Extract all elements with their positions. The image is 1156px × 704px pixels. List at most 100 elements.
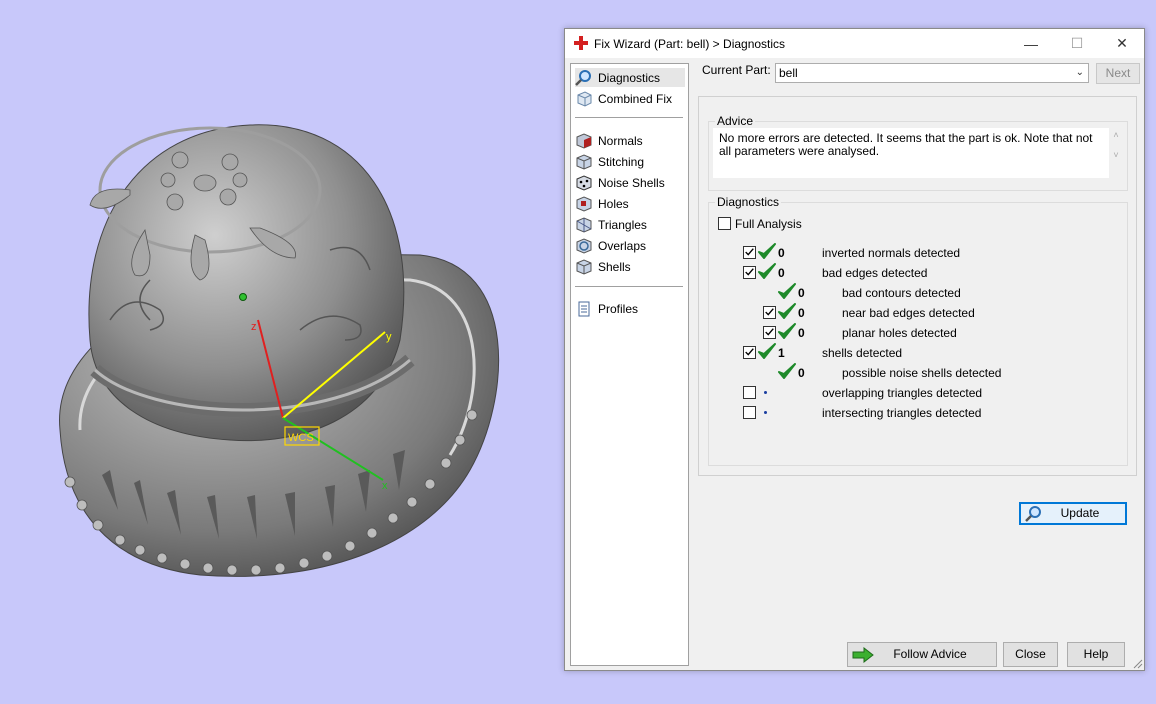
result-label: planar holes detected [842, 326, 957, 340]
green-arrow-icon [852, 647, 874, 663]
bell-model: z y x WCS [59, 124, 500, 577]
holes-icon [576, 195, 592, 212]
nav-item-label: Triangles [598, 217, 647, 232]
noise-shells-icon [576, 174, 592, 191]
green-check-icon [778, 363, 796, 379]
row-checkbox[interactable] [743, 266, 756, 279]
y-axis-label: y [386, 331, 392, 343]
result-count: 0 [778, 246, 785, 260]
follow-advice-button[interactable]: Follow Advice [847, 642, 997, 667]
advice-scrollbar[interactable]: ˄ ˅ [1109, 130, 1123, 176]
nav-item-label: Normals [598, 133, 643, 148]
result-label: possible noise shells detected [842, 366, 1002, 380]
window-title: Fix Wizard (Part: bell) > Diagnostics [594, 37, 786, 51]
nav-item-label: Holes [598, 196, 629, 211]
result-label: inverted normals detected [822, 246, 961, 260]
green-check-icon [758, 243, 776, 259]
full-analysis-checkbox[interactable] [718, 217, 731, 230]
result-label: intersecting triangles detected [822, 406, 982, 420]
advice-group: Advice No more errors are detected. It s… [708, 114, 1128, 191]
stitching-icon [576, 153, 592, 170]
result-count: 0 [798, 366, 805, 380]
row-checkbox[interactable] [743, 346, 756, 359]
update-button[interactable]: Update [1019, 502, 1127, 525]
next-button[interactable]: Next [1096, 63, 1140, 84]
maximize-button[interactable]: ☐ [1054, 29, 1100, 58]
chevron-down-icon: ⌄ [1075, 67, 1084, 78]
row-checkbox[interactable] [763, 326, 776, 339]
row-checkbox[interactable] [763, 306, 776, 319]
result-label: bad contours detected [842, 286, 961, 300]
row-checkbox[interactable] [743, 386, 756, 399]
not-run-dot-icon [764, 411, 767, 414]
green-check-icon [778, 323, 796, 339]
magnifier-icon [575, 69, 591, 86]
close-window-button[interactable]: ✕ [1099, 29, 1145, 58]
nav-separator [575, 117, 683, 118]
result-count: 1 [778, 346, 785, 360]
result-count: 0 [798, 326, 805, 340]
nav-item-triangles[interactable]: Triangles [575, 215, 685, 234]
overlaps-icon [576, 237, 592, 254]
red-cross-icon [574, 36, 588, 50]
green-check-icon [758, 343, 776, 359]
nav-item-combined-fix[interactable]: Combined Fix [575, 89, 685, 108]
nav-item-holes[interactable]: Holes [575, 194, 685, 213]
advice-group-title: Advice [715, 114, 756, 128]
result-count: 0 [798, 286, 805, 300]
help-button[interactable]: Help [1067, 642, 1125, 667]
nav-item-shells[interactable]: Shells [575, 257, 685, 276]
result-count: 0 [778, 266, 785, 280]
follow-advice-label: Follow Advice [893, 647, 967, 661]
diagnostics-group: Diagnostics Full Analysis 0 inverted norm… [708, 195, 1128, 525]
full-analysis-label: Full Analysis [735, 217, 802, 231]
result-label: shells detected [822, 346, 903, 360]
profiles-icon [578, 301, 590, 316]
nav-item-overlaps[interactable]: Overlaps [575, 236, 685, 255]
row-checkbox[interactable] [743, 246, 756, 259]
triangles-icon [576, 216, 592, 233]
result-label: overlapping triangles detected [822, 386, 983, 400]
green-check-icon [778, 283, 796, 299]
green-check-icon [778, 303, 796, 319]
3d-viewport[interactable]: z y x WCS [0, 0, 560, 704]
cube-icon [577, 90, 592, 107]
current-part-label: Current Part: [702, 63, 771, 77]
nav-item-label: Diagnostics [598, 70, 661, 85]
nav-item-stitching[interactable]: Stitching [575, 152, 685, 171]
current-part-select[interactable]: bell ⌄ [775, 63, 1089, 83]
title-bar: Fix Wizard (Part: bell) > Diagnostics — … [565, 29, 1144, 58]
update-label: Update [1060, 506, 1100, 520]
diagnostics-group-title: Diagnostics [715, 195, 782, 209]
x-axis-label: x [382, 480, 388, 492]
diagnostics-panel: Advice No more errors are detected. It s… [698, 96, 1137, 525]
resize-grip-icon[interactable] [1133, 659, 1143, 669]
minimize-button[interactable]: — [1008, 29, 1054, 58]
nav-item-label: Noise Shells [598, 175, 665, 190]
result-label: near bad edges detected [842, 306, 975, 320]
advice-text-box: No more errors are detected. It seems th… [713, 128, 1109, 178]
close-button[interactable]: Close [1003, 642, 1058, 667]
row-checkbox[interactable] [743, 406, 756, 419]
dialog-client: Diagnostics Combined Fix Normals Stitchi… [565, 58, 1144, 670]
current-part-value: bell [779, 66, 798, 80]
result-label: bad edges detected [822, 266, 928, 280]
nav-item-profiles[interactable]: Profiles [575, 299, 685, 318]
nav-item-label: Combined Fix [598, 91, 673, 106]
fix-wizard-window: Fix Wizard (Part: bell) > Diagnostics — … [564, 28, 1145, 671]
not-run-dot-icon [764, 391, 767, 394]
magnifier-icon [1025, 506, 1041, 522]
nav-item-label: Stitching [598, 154, 645, 169]
nav-separator [575, 286, 683, 287]
shells-icon [576, 258, 592, 275]
advice-text: No more errors are detected. It seems th… [719, 131, 1093, 158]
nav-item-diagnostics[interactable]: Diagnostics [575, 68, 685, 87]
nav-item-label: Profiles [598, 301, 639, 316]
nav-item-label: Shells [598, 259, 631, 274]
wcs-label: WCS [288, 432, 314, 444]
nav-item-noise-shells[interactable]: Noise Shells [575, 173, 685, 192]
result-count: 0 [798, 306, 805, 320]
nav-item-label: Overlaps [598, 238, 647, 253]
fix-nav-list: Diagnostics Combined Fix Normals Stitchi… [570, 63, 689, 666]
nav-item-normals[interactable]: Normals [575, 131, 685, 150]
